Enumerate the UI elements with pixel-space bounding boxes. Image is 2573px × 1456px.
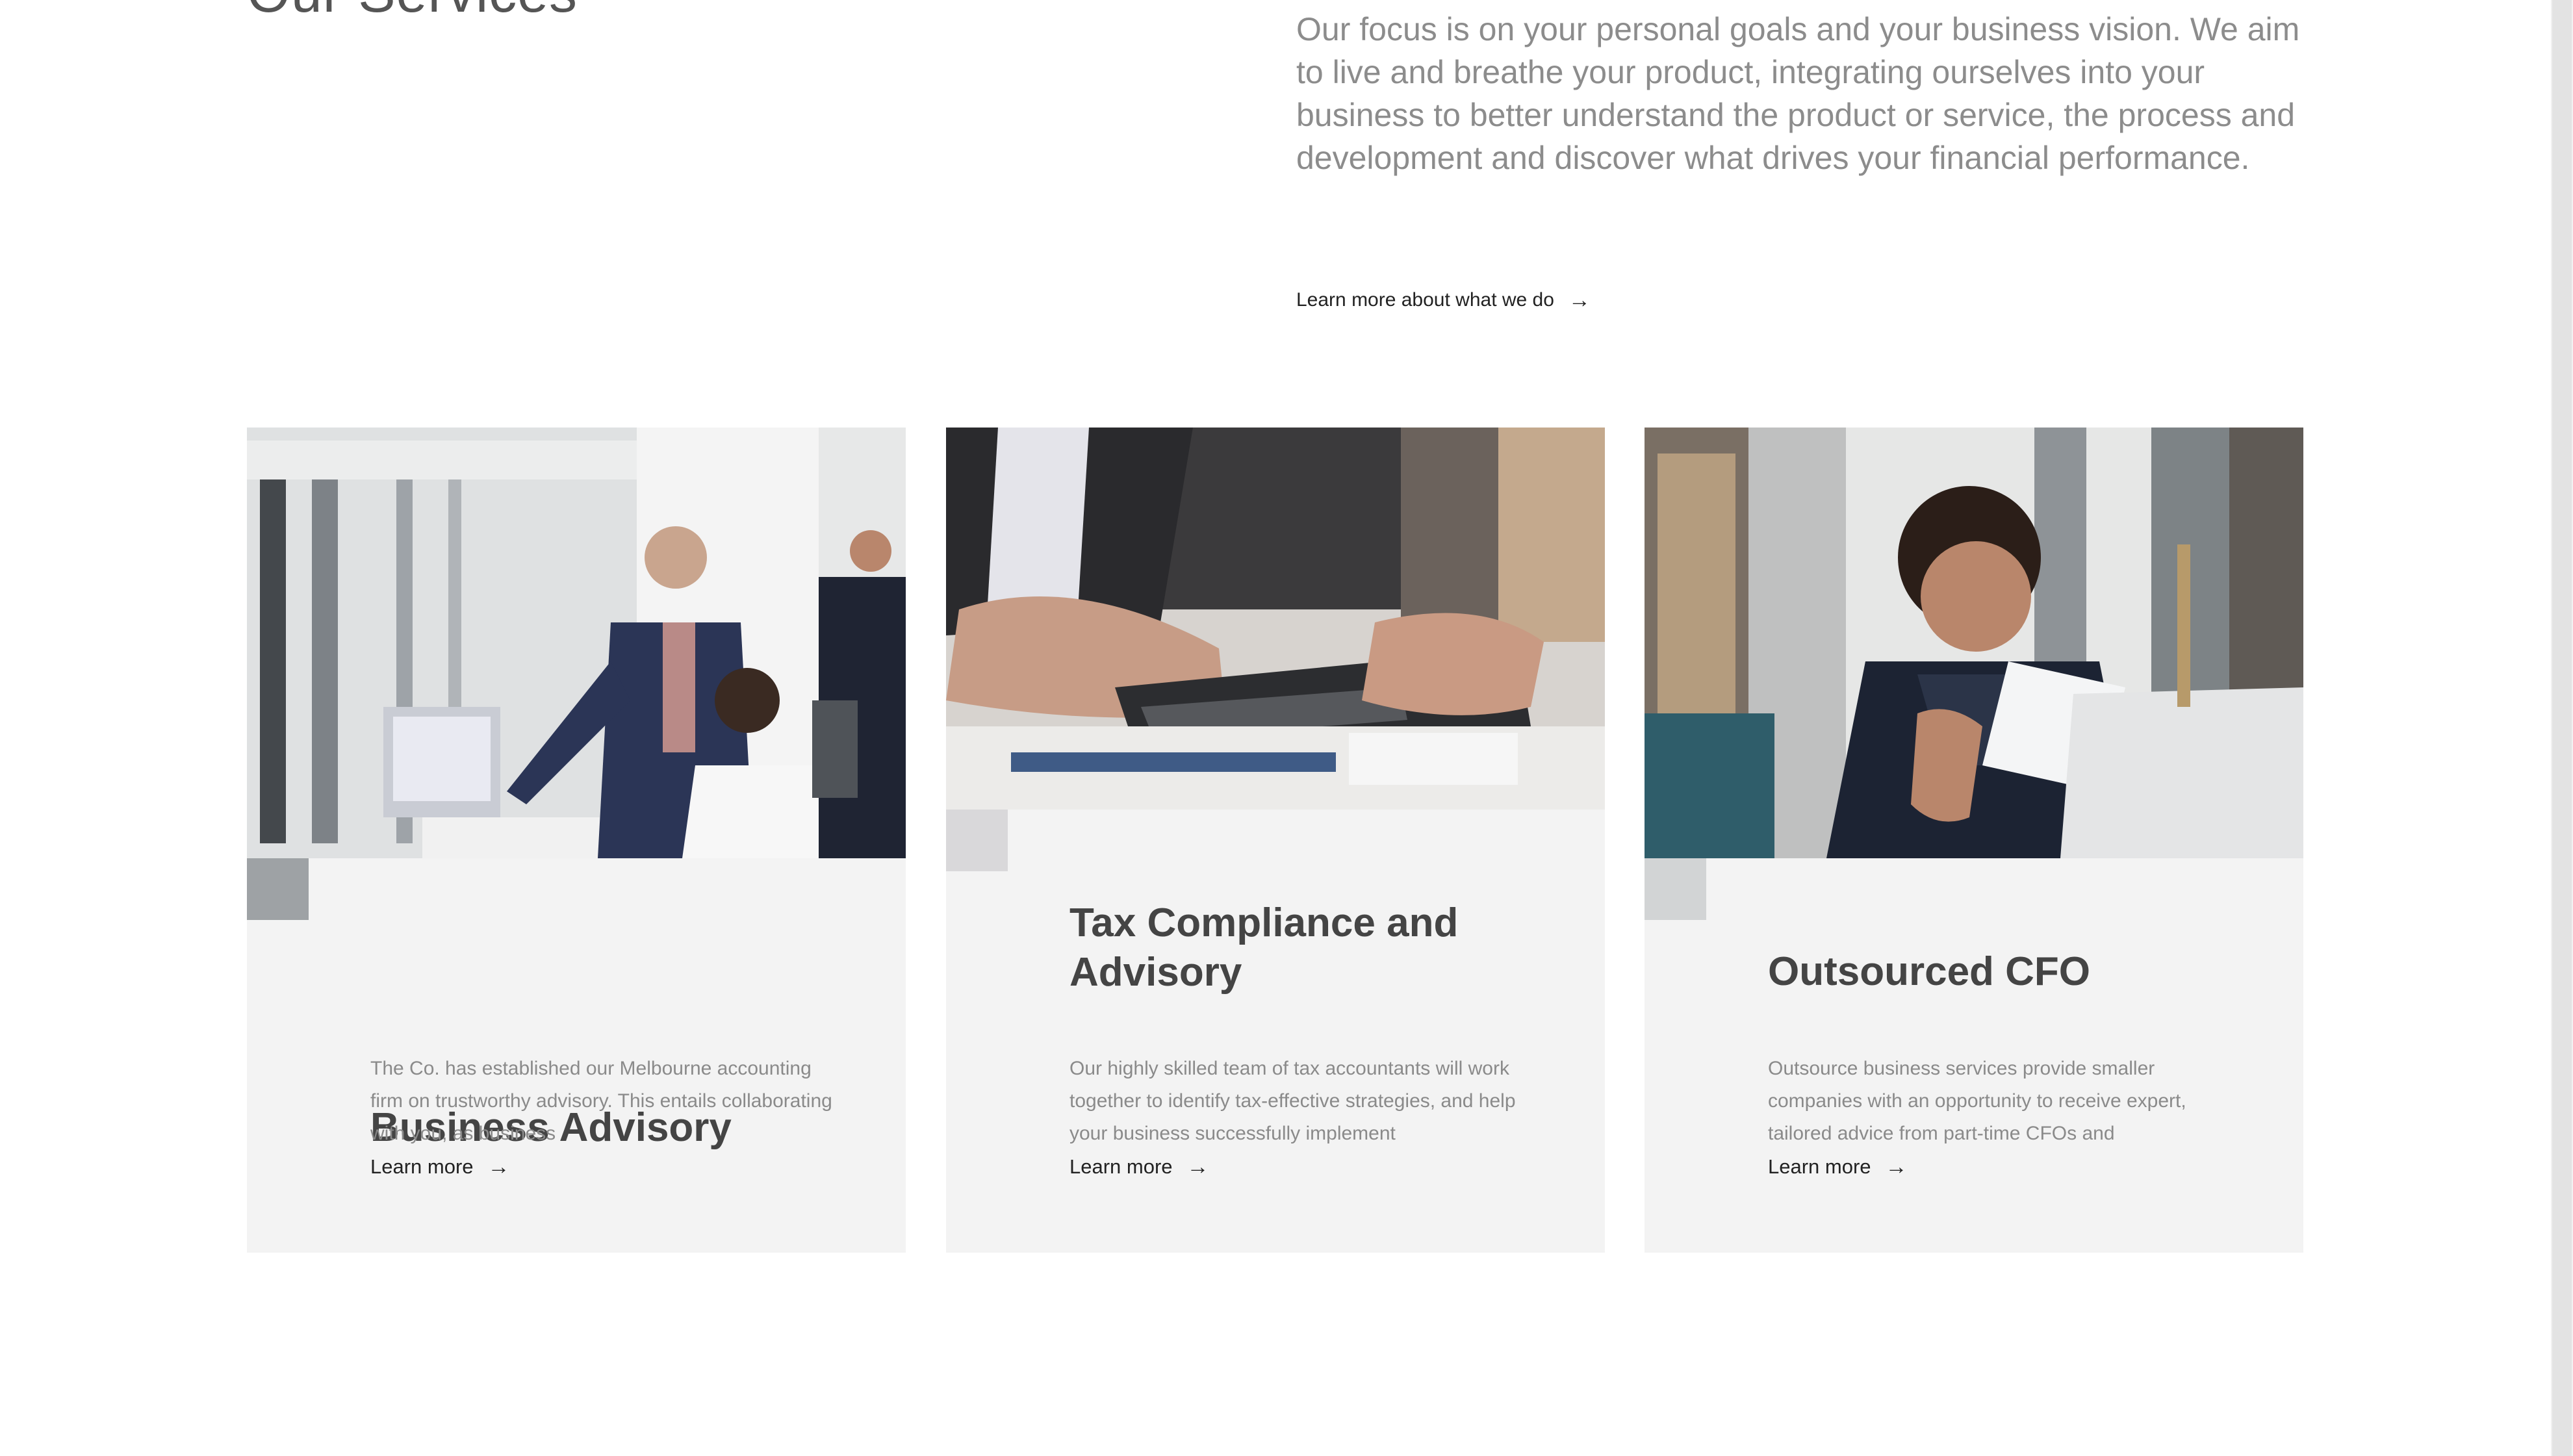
woman-reading-document-photo — [1645, 428, 2303, 858]
service-card-outsourced-cfo: Outsourced CFO Outsource business servic… — [1645, 428, 2303, 1253]
card-title: Outsourced CFO — [1768, 949, 2091, 994]
page: Our Services Our focus is on your person… — [0, 0, 2573, 1456]
arrow-right-icon: → — [1186, 1155, 1209, 1179]
card-learn-more-label: Learn more — [370, 1155, 474, 1178]
card-learn-more-link[interactable]: Learn more → — [370, 1155, 510, 1179]
card-description: The Co. has established our Melbourne ac… — [370, 1058, 832, 1143]
image-corner-tab — [946, 810, 1008, 871]
card-learn-more-link[interactable]: Learn more → — [1069, 1155, 1209, 1179]
calculator-hands-photo — [946, 428, 1605, 810]
section-intro: Our focus is on your personal goals and … — [1296, 11, 2300, 176]
card-learn-more-label: Learn more — [1069, 1155, 1173, 1178]
card-description: Our highly skilled team of tax accountan… — [1069, 1058, 1516, 1143]
card-learn-more-link[interactable]: Learn more → — [1768, 1155, 1908, 1179]
card-learn-more-label: Learn more — [1768, 1155, 1871, 1178]
learn-more-about-label: Learn more about what we do — [1296, 289, 1554, 311]
service-card-business-advisory: Business Advisory The Co. has establishe… — [247, 428, 906, 1253]
image-corner-tab — [1645, 858, 1706, 920]
office-meeting-photo — [247, 428, 906, 858]
section-title: Our Services — [247, 0, 578, 25]
card-description: Outsource business services provide smal… — [1768, 1058, 2186, 1143]
learn-more-about-link[interactable]: Learn more about what we do → — [1296, 289, 1591, 311]
arrow-right-icon: → — [487, 1155, 510, 1179]
arrow-right-icon: → — [1885, 1155, 1908, 1179]
card-title: Tax Compliance and Advisory — [1069, 900, 1459, 995]
service-card-tax-compliance: Tax Compliance and Advisory Our highly s… — [946, 428, 1605, 1253]
image-corner-tab — [247, 858, 309, 920]
scrollbar-thumb[interactable] — [2552, 0, 2572, 1456]
arrow-right-icon: → — [1568, 288, 1591, 313]
